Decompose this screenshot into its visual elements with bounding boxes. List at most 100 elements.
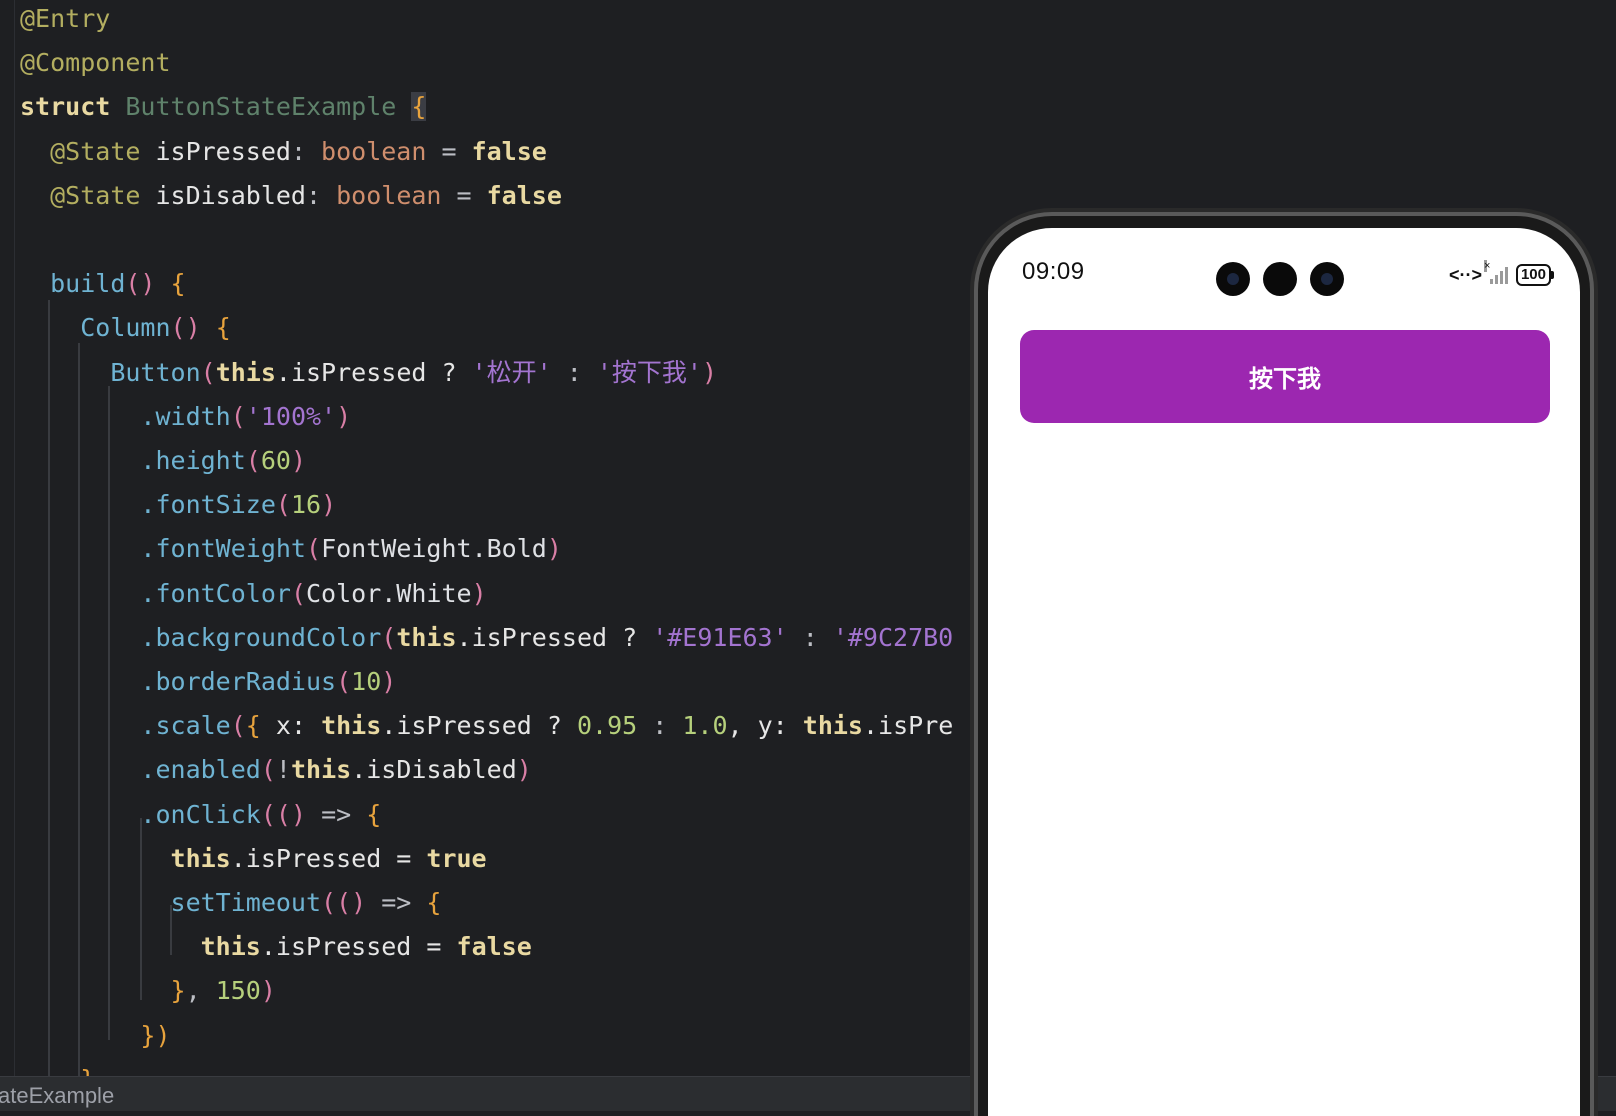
status-time: 09:09 xyxy=(1022,258,1085,285)
code-token: () xyxy=(275,799,307,829)
gutter-divider xyxy=(14,0,15,1076)
code-token: => xyxy=(306,799,367,829)
code-token: this xyxy=(290,755,352,785)
code-token: .enabled xyxy=(140,755,261,785)
code-token: ) xyxy=(290,446,307,475)
code-token: @State xyxy=(50,180,141,210)
code-token: boolean xyxy=(321,136,427,166)
code-token: this xyxy=(170,843,231,873)
code-token: .onClick xyxy=(140,799,261,829)
code-token: , xyxy=(185,976,216,1006)
camera-icon xyxy=(1216,262,1250,296)
code-line[interactable]: setTimeout(() => { xyxy=(20,881,442,925)
code-line[interactable]: Column() { xyxy=(20,306,231,350)
code-token: : xyxy=(551,357,597,387)
code-token: this xyxy=(321,711,382,741)
code-token: .fontColor xyxy=(140,578,291,608)
code-line[interactable]: .borderRadius(10) xyxy=(20,660,396,704)
code-token: x: xyxy=(260,711,322,741)
code-token: isDisabled xyxy=(140,180,306,210)
code-token: ButtonStateExample xyxy=(125,92,397,122)
code-line[interactable]: .fontSize(16) xyxy=(20,483,336,527)
code-line[interactable]: build() { xyxy=(20,262,186,306)
code-line[interactable]: .onClick(() => { xyxy=(20,793,381,837)
code-line[interactable]: this.isPressed = true xyxy=(20,837,487,881)
code-line[interactable]: @State isDisabled: boolean = false xyxy=(20,174,562,218)
code-line[interactable]: }, 150) xyxy=(20,969,276,1013)
code-line[interactable]: }) xyxy=(20,1014,171,1058)
code-token: ) xyxy=(336,401,352,431)
code-token: ( xyxy=(245,446,261,475)
code-line[interactable]: .fontColor(Color.White) xyxy=(20,572,487,616)
code-token: ) xyxy=(381,667,397,696)
code-token: .backgroundColor xyxy=(140,622,382,652)
camera-icon xyxy=(1263,262,1297,296)
code-token: Column xyxy=(80,313,171,343)
press-me-button[interactable]: 按下我 xyxy=(1020,330,1550,423)
code-line[interactable]: struct ButtonStateExample { xyxy=(20,85,427,129)
code-token: : xyxy=(306,180,337,210)
code-line[interactable]: .height(60) xyxy=(20,439,306,483)
code-token: ( xyxy=(290,578,306,608)
code-token: .fontWeight xyxy=(140,534,306,564)
code-token: ( xyxy=(200,357,216,387)
code-line[interactable]: .scale({ x: this.isPressed ? 0.95 : 1.0,… xyxy=(20,704,953,748)
code-line[interactable]: .enabled(!this.isDisabled) xyxy=(20,748,532,792)
code-token: struct xyxy=(20,92,111,122)
code-token: ) xyxy=(516,755,532,785)
code-token: '#9C27B0 xyxy=(832,622,954,652)
code-token: => xyxy=(366,888,427,917)
code-token: ( xyxy=(321,888,337,917)
code-token: @State xyxy=(50,136,141,166)
code-token: .isPressed = xyxy=(260,932,457,962)
code-token: }) xyxy=(140,1020,171,1050)
code-token: build xyxy=(50,269,126,299)
code-token: .isPre xyxy=(862,711,954,741)
code-line[interactable]: @State isPressed: boolean = false xyxy=(20,130,547,174)
code-token: isPressed xyxy=(140,136,291,166)
code-token: .isDisabled xyxy=(351,755,517,785)
code-token: .isPressed ? xyxy=(275,357,472,387)
code-token: : xyxy=(787,622,833,652)
code-token: { xyxy=(245,711,261,741)
code-line[interactable]: Button(this.isPressed ? '松开' : '按下我') xyxy=(20,351,717,395)
breadcrumb[interactable]: ateExample xyxy=(0,1083,114,1109)
code-line[interactable]: .fontWeight(FontWeight.Bold) xyxy=(20,527,561,571)
code-token: Color.White xyxy=(306,578,472,608)
code-line[interactable]: .width('100%') xyxy=(20,395,351,439)
code-token: () xyxy=(170,313,201,343)
code-editor[interactable]: @Entry @Component struct ButtonStateExampl… xyxy=(0,0,980,1076)
code-token: ( xyxy=(306,534,322,564)
code-token: .isPressed ? xyxy=(456,622,653,652)
code-line[interactable]: @Component xyxy=(20,41,171,85)
code-token: Button xyxy=(110,357,201,387)
code-token: '按下我' xyxy=(596,357,702,387)
code-token: ( xyxy=(275,490,291,520)
code-token: 60 xyxy=(260,446,291,475)
code-token: false xyxy=(486,180,562,210)
code-token: .borderRadius xyxy=(140,667,337,696)
code-token: 150 xyxy=(215,976,261,1006)
code-line[interactable]: this.isPressed = false xyxy=(20,925,532,969)
code-line[interactable]: .backgroundColor(this.isPressed ? '#E91E… xyxy=(20,616,953,660)
code-token: 16 xyxy=(290,490,322,520)
code-token: '100%' xyxy=(245,401,337,431)
code-line[interactable]: @Entry xyxy=(20,0,110,41)
code-line[interactable]: } xyxy=(20,1058,95,1076)
code-token: setTimeout xyxy=(170,888,322,917)
code-token: ) xyxy=(260,976,276,1006)
code-token: ) xyxy=(471,578,487,608)
camera-icon xyxy=(1310,262,1344,296)
code-token: this xyxy=(215,357,276,387)
